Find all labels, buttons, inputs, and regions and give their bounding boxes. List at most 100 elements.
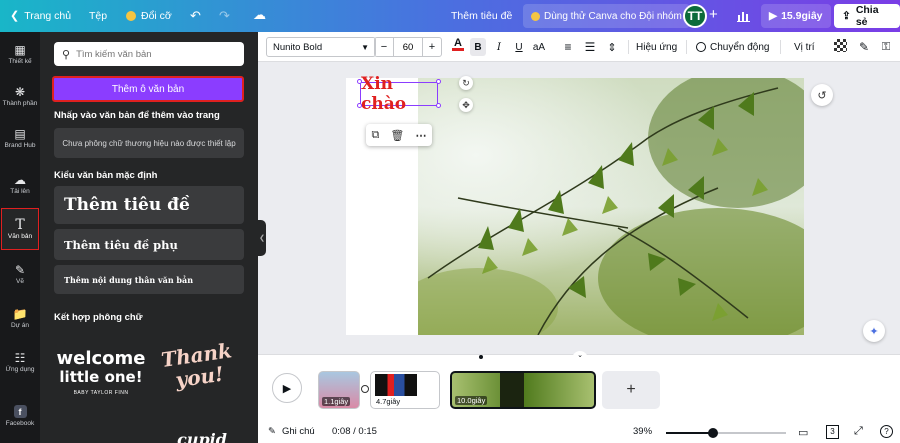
- add-body-card[interactable]: Thêm nội dung thân văn bản: [54, 265, 244, 294]
- rotate-handle-icon[interactable]: ↻: [459, 76, 473, 90]
- list-icon[interactable]: ☰: [582, 38, 598, 56]
- collapse-panel-button[interactable]: ❮: [258, 220, 266, 256]
- bold-button[interactable]: B: [470, 38, 486, 56]
- animate-button[interactable]: Chuyển động: [696, 38, 770, 56]
- undo-icon[interactable]: ↶: [190, 8, 201, 24]
- resize-handle[interactable]: [436, 103, 441, 108]
- magic-assistant-icon[interactable]: ✦: [863, 320, 885, 342]
- resize-button[interactable]: Đổi cỡ: [126, 10, 172, 22]
- elements-icon: ❋: [14, 84, 26, 99]
- timeline-clip[interactable]: 4.7giây: [370, 371, 440, 409]
- font-combo-thank-you[interactable]: Thank you!: [155, 338, 240, 394]
- italic-button[interactable]: I: [492, 38, 506, 56]
- play-button[interactable]: ▶: [272, 373, 302, 403]
- share-button[interactable]: ⇪ Chia sẻ: [834, 4, 900, 28]
- duplicate-icon[interactable]: ⧉: [372, 129, 380, 142]
- file-menu[interactable]: Tệp: [89, 10, 107, 22]
- add-textbox-button[interactable]: Thêm ô văn bản: [52, 76, 244, 102]
- top-bar: ❮ Trang chủ Tệp Đổi cỡ ↶ ↷ ☁ Thêm tiêu đ…: [0, 0, 900, 32]
- font-combos-heading: Kết hợp phông chữ: [54, 312, 143, 323]
- grid-view-icon[interactable]: ▭: [798, 426, 808, 439]
- present-button[interactable]: ▶ 15.9giây: [761, 4, 831, 28]
- increase-size-button[interactable]: +: [423, 41, 441, 53]
- zoom-level[interactable]: 39%: [633, 426, 652, 437]
- fullscreen-icon[interactable]: ⤢: [854, 425, 863, 438]
- time-readout: 0:08 / 0:15: [332, 426, 377, 437]
- selected-text-element[interactable]: Xin chào: [360, 74, 438, 114]
- add-page-button[interactable]: +: [602, 371, 660, 409]
- resize-handle[interactable]: [357, 103, 362, 108]
- click-hint: Nhấp vào văn bản để thêm vào trang: [54, 110, 220, 121]
- rail-item-draw[interactable]: ✎ Vẽ: [0, 254, 40, 294]
- collapse-timeline-icon[interactable]: ⌄: [572, 351, 588, 361]
- font-size-stepper[interactable]: − +: [374, 37, 442, 57]
- delete-icon[interactable]: 🗑: [390, 129, 404, 142]
- brand-fonts-note[interactable]: Chưa phông chữ thương hiệu nào được thiế…: [54, 128, 244, 158]
- rail-item-apps[interactable]: ☷ Ứng dụng: [0, 342, 40, 382]
- move-handle-icon[interactable]: ✥: [459, 98, 473, 112]
- text-panel: ⚲ Thêm ô văn bản Nhấp vào văn bản để thê…: [40, 32, 258, 443]
- cloud-save-icon[interactable]: ☁: [253, 7, 266, 23]
- analytics-icon[interactable]: [737, 8, 751, 22]
- add-member-icon[interactable]: +: [709, 6, 718, 23]
- underline-button[interactable]: U: [512, 38, 526, 56]
- add-heading-card[interactable]: Thêm tiêu đề: [54, 186, 244, 224]
- effects-button[interactable]: Hiệu ứng: [636, 38, 677, 56]
- rail-item-elements[interactable]: ❋ Thành phần: [0, 76, 40, 116]
- transition-icon[interactable]: [361, 385, 369, 393]
- notes-button[interactable]: ✎ Ghi chú: [268, 426, 315, 437]
- position-button[interactable]: Vị trí: [794, 38, 815, 56]
- format-painter-icon[interactable]: ✎: [856, 38, 872, 56]
- apps-icon: ☷: [14, 350, 26, 365]
- timeline-clip[interactable]: 1.1giây: [318, 371, 360, 409]
- redo-icon[interactable]: ↷: [219, 8, 230, 24]
- default-styles-heading: Kiểu văn bản mặc định: [54, 170, 158, 181]
- rail-item-projects[interactable]: 📁 Dự án: [0, 298, 40, 338]
- home-button[interactable]: ❮ Trang chủ: [10, 9, 71, 23]
- transparency-icon[interactable]: [834, 39, 847, 52]
- spacing-icon[interactable]: ⇕: [604, 38, 620, 56]
- layout-icon: ▦: [14, 42, 26, 57]
- search-input[interactable]: [76, 48, 237, 60]
- play-icon: ▶: [769, 10, 778, 22]
- font-combo-partial[interactable]: cupid: [162, 430, 242, 443]
- decrease-size-button[interactable]: −: [375, 41, 393, 53]
- rail-item-facebook[interactable]: f Facebook: [0, 396, 40, 436]
- design-title[interactable]: Thêm tiêu đề: [451, 10, 512, 22]
- font-combo-welcome[interactable]: welcome little one! BABY TAYLOR FINN: [56, 350, 146, 397]
- playhead[interactable]: [479, 355, 483, 359]
- chevron-left-icon: ❮: [10, 10, 20, 22]
- rail-item-uploads[interactable]: ☁ Tải lên: [0, 164, 40, 204]
- search-box[interactable]: ⚲: [54, 42, 244, 66]
- resize-handle[interactable]: [357, 79, 362, 84]
- add-subheading-card[interactable]: Thêm tiêu đề phụ: [54, 229, 244, 260]
- font-size-input[interactable]: [393, 38, 423, 56]
- more-icon[interactable]: ⋯: [415, 129, 426, 142]
- rail-item-brand-hub[interactable]: ▤ Brand Hub: [0, 118, 40, 158]
- zoom-slider[interactable]: [666, 428, 786, 438]
- resize-handle[interactable]: [436, 79, 441, 84]
- zoom-slider-knob[interactable]: [708, 428, 718, 438]
- rail-item-design[interactable]: ▦ Thiết kế: [0, 34, 40, 74]
- timeline-clip-selected[interactable]: 10.0giây: [450, 371, 596, 409]
- lock-icon[interactable]: ⚿: [878, 38, 894, 56]
- rail-item-text[interactable]: T Văn bản: [1, 208, 39, 250]
- page-count[interactable]: 3: [826, 425, 839, 439]
- font-family-select[interactable]: Nunito Bold ▼: [266, 37, 376, 57]
- refresh-page-icon[interactable]: ↺: [811, 84, 833, 106]
- chevron-down-icon: ▼: [361, 42, 369, 52]
- letter-case-button[interactable]: aA: [530, 38, 548, 56]
- align-center-icon[interactable]: ≡: [560, 38, 576, 56]
- design-page[interactable]: [346, 78, 804, 335]
- text-icon: T: [15, 216, 25, 233]
- element-context-menu: ⧉ 🗑 ⋯: [366, 124, 432, 146]
- try-teams-button[interactable]: Dùng thử Canva cho Đội nhóm: [523, 4, 690, 28]
- mimosa-leaves-photo[interactable]: [398, 78, 804, 335]
- help-icon[interactable]: ?: [880, 425, 893, 438]
- text-color-button[interactable]: A: [450, 38, 466, 51]
- chevron-left-icon: ❮: [259, 235, 265, 242]
- timeline: ⌄ ▶ 1.1giây 4.7giây 10.0giây +: [258, 351, 900, 422]
- avatar[interactable]: TT: [683, 4, 707, 28]
- notes-icon: ✎: [268, 426, 276, 437]
- toolbar-divider: [686, 40, 687, 54]
